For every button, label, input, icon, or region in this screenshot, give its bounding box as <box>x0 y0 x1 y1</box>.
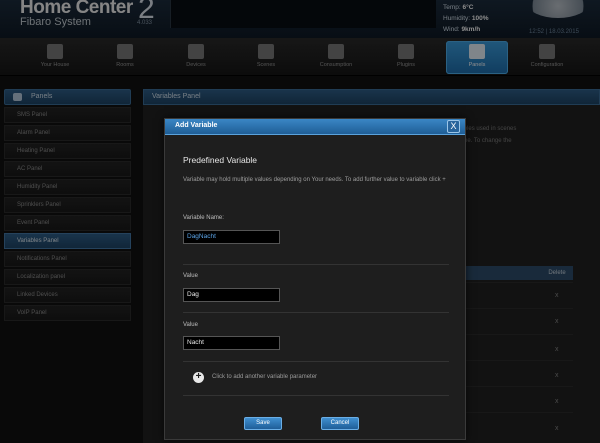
app-root: Home Center 2 Fibaro System 4.033 Temp: … <box>0 0 600 443</box>
divider <box>183 395 449 396</box>
value2-label: Value <box>183 322 198 328</box>
close-icon[interactable]: X <box>447 120 460 133</box>
variable-name-label: Variable Name: <box>183 215 224 221</box>
dialog-description: Variable may hold multiple values depend… <box>183 177 446 183</box>
divider <box>183 264 449 265</box>
value1-label: Value <box>183 273 198 279</box>
variable-name-input[interactable]: DagNacht <box>183 230 280 244</box>
dialog-title: Add Variable <box>175 122 218 129</box>
add-parameter-link[interactable]: Click to add another variable parameter <box>212 374 317 380</box>
plus-icon[interactable]: + <box>193 372 204 383</box>
dialog-heading: Predefined Variable <box>183 155 258 165</box>
divider <box>183 312 449 313</box>
add-variable-dialog: Add Variable X Predefined Variable Varia… <box>164 118 466 440</box>
cancel-button[interactable]: Cancel <box>321 417 359 430</box>
divider <box>183 361 449 362</box>
value1-input[interactable]: Dag <box>183 288 280 302</box>
value2-input[interactable]: Nacht <box>183 336 280 350</box>
save-button[interactable]: Save <box>244 417 282 430</box>
dialog-titlebar: Add Variable X <box>165 119 465 135</box>
